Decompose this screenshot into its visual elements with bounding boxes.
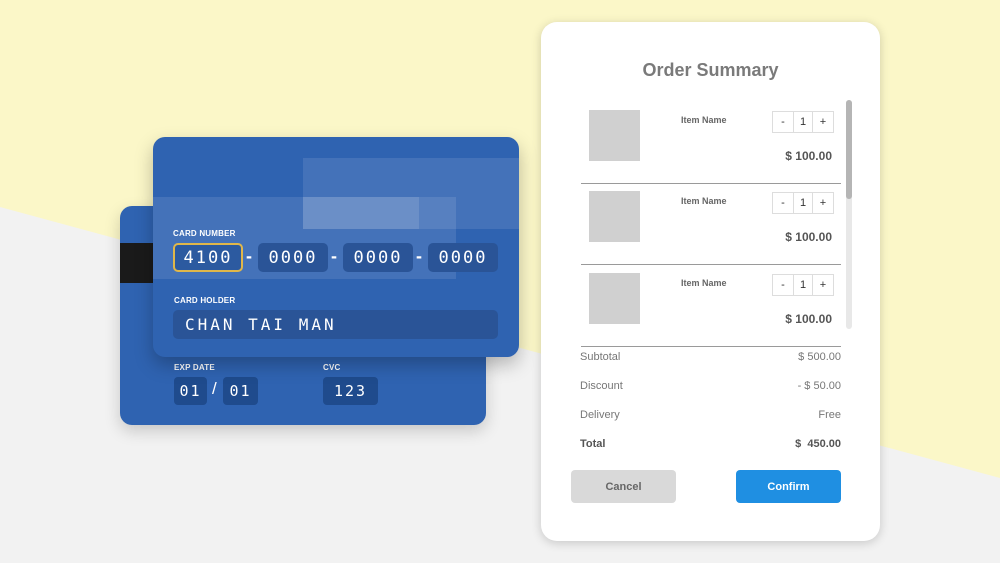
credit-card-front: CARD NUMBER 4100 - 0000 - 0000 - 0000 CA… [153,137,519,357]
item-list-scrollbar[interactable] [846,100,852,329]
card-number-group-4[interactable]: 0000 [428,243,498,272]
total-value: $ 450.00 [795,438,841,450]
order-item: Item Name - 1 + $ 100.00 [581,184,841,265]
increase-button[interactable]: + [813,112,833,132]
item-thumbnail [589,273,640,324]
card-decoration [303,197,419,229]
delivery-label: Delivery [580,409,620,421]
subtotal-row: Subtotal $ 500.00 [580,351,841,363]
quantity-value[interactable]: 1 [793,275,813,295]
panel-title: Order Summary [642,60,779,80]
scrollbar-thumb[interactable] [846,100,852,199]
exp-month-field[interactable]: 01 [174,377,207,405]
item-price: $ 100.00 [785,312,832,326]
exp-separator: / [212,379,217,398]
card-number-separator: - [416,246,422,266]
exp-date-label: EXP DATE [174,363,215,372]
quantity-stepper: - 1 + [772,111,834,133]
quantity-value[interactable]: 1 [793,112,813,132]
discount-label: Discount [580,380,623,392]
total-label: Total [580,438,606,450]
cvc-label: CVC [323,363,341,372]
increase-button[interactable]: + [813,193,833,213]
card-holder-label: CARD HOLDER [174,296,236,305]
discount-row: Discount - $ 50.00 [580,380,841,392]
cancel-button[interactable]: Cancel [571,470,676,503]
discount-value: - $ 50.00 [797,380,841,392]
card-number-group-1[interactable]: 4100 [173,243,243,272]
card-number-separator: - [246,246,252,266]
card-number-group-3[interactable]: 0000 [343,243,413,272]
item-thumbnail [589,110,640,161]
quantity-stepper: - 1 + [772,274,834,296]
increase-button[interactable]: + [813,275,833,295]
quantity-stepper: - 1 + [772,192,834,214]
card-number-group-2[interactable]: 0000 [258,243,328,272]
subtotal-label: Subtotal [580,351,621,363]
decrease-button[interactable]: - [773,193,793,213]
card-number-separator: - [331,246,337,266]
item-name: Item Name [681,115,727,125]
confirm-button[interactable]: Confirm [736,470,841,503]
cvc-field[interactable]: 123 [323,377,378,405]
order-item: Item Name - 1 + $ 100.00 [581,103,841,184]
order-summary-panel: Order Summary Item Name - 1 + $ 100.00 I… [541,22,880,541]
delivery-value: Free [818,409,841,421]
card-number-label: CARD NUMBER [173,229,236,238]
item-thumbnail [589,191,640,242]
delivery-row: Delivery Free [580,409,841,421]
order-item: Item Name - 1 + $ 100.00 [581,266,841,347]
item-price: $ 100.00 [785,230,832,244]
exp-year-field[interactable]: 01 [223,377,258,405]
total-row: Total $ 450.00 [580,438,841,450]
item-name: Item Name [681,278,727,288]
card-holder-field[interactable]: CHAN TAI MAN [173,310,498,339]
item-name: Item Name [681,196,727,206]
decrease-button[interactable]: - [773,275,793,295]
decrease-button[interactable]: - [773,112,793,132]
quantity-value[interactable]: 1 [793,193,813,213]
subtotal-value: $ 500.00 [798,351,841,363]
item-price: $ 100.00 [785,149,832,163]
